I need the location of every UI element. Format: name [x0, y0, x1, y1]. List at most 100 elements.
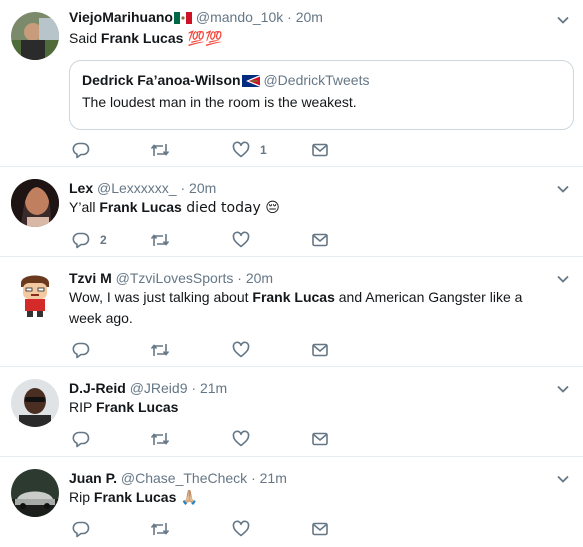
- tweet-header: Juan P. @Chase_TheCheck · 21m: [69, 469, 287, 487]
- reply-icon: [72, 431, 90, 448]
- retweet-icon: [150, 433, 170, 445]
- quoted-tweet[interactable]: Dedrick Fa’anoa-Wilson @DedrickTweets Th…: [69, 60, 574, 130]
- message-button[interactable]: [311, 230, 329, 250]
- tweet[interactable]: ViejoMarihuano @mando_10k · 20m Said Fra…: [0, 0, 583, 167]
- like-button[interactable]: [232, 230, 250, 250]
- retweet-button[interactable]: [150, 340, 170, 360]
- timestamp[interactable]: 20m: [246, 270, 273, 286]
- like-count: 1: [260, 143, 267, 157]
- reply-icon: [72, 142, 90, 159]
- user-handle[interactable]: @JReid9: [130, 380, 188, 396]
- tweet-text: Wow, I was just talking about Frank Luca…: [69, 287, 553, 329]
- user-handle[interactable]: @Chase_TheCheck: [121, 470, 247, 486]
- like-button[interactable]: 1: [232, 140, 267, 160]
- tweet-text-highlight: Frank Lucas: [99, 199, 182, 215]
- reply-button[interactable]: [72, 340, 90, 360]
- display-name[interactable]: Juan P.: [69, 470, 117, 486]
- tweet[interactable]: Tzvi M @TzviLovesSports · 20m Wow, I was…: [0, 257, 583, 367]
- tweet[interactable]: D.J-Reid @JReid9 · 21m RIP Frank Lucas: [0, 367, 583, 457]
- retweet-button[interactable]: [150, 429, 170, 449]
- envelope-icon: [312, 233, 328, 247]
- tweet-text-highlight: Frank Lucas: [95, 399, 179, 415]
- message-button[interactable]: [311, 340, 329, 360]
- like-button[interactable]: [232, 340, 250, 360]
- display-name[interactable]: ViejoMarihuano: [69, 9, 173, 25]
- user-handle[interactable]: @mando_10k: [196, 9, 283, 25]
- reply-button[interactable]: [72, 429, 90, 449]
- timestamp[interactable]: 21m: [260, 470, 287, 486]
- retweet-icon: [150, 523, 170, 535]
- avatar[interactable]: [11, 12, 59, 60]
- reply-button[interactable]: 2: [72, 230, 107, 250]
- reply-count: 2: [100, 233, 107, 247]
- display-name[interactable]: D.J-Reid: [69, 380, 126, 396]
- tweet-text-prefix: Wow, I was just talking about: [69, 289, 253, 305]
- tweet[interactable]: Lex @Lexxxxxx_ · 20m Y’all Frank Lucas d…: [0, 167, 583, 257]
- tweet-text-prefix: Y’all: [69, 199, 100, 215]
- display-name[interactable]: Lex: [69, 180, 93, 196]
- tweet-text: Rip Frank Lucas 🙏🏼: [69, 487, 567, 509]
- tweet-text-highlight: Frank Lucas: [100, 30, 184, 46]
- tweet-text-suffix: 🙏🏼: [176, 490, 199, 506]
- tweet-text: Y’all Frank Lucas died today 😔: [69, 197, 567, 219]
- avatar[interactable]: [11, 179, 59, 227]
- chevron-down-icon[interactable]: [556, 472, 570, 486]
- avatar[interactable]: [11, 469, 59, 517]
- retweet-icon: [150, 344, 170, 356]
- american-samoa-flag-icon: [241, 73, 260, 91]
- timestamp[interactable]: 20m: [296, 9, 323, 25]
- message-button[interactable]: [311, 429, 329, 449]
- envelope-icon: [312, 432, 328, 446]
- tweet-text-prefix: Said: [69, 30, 101, 46]
- mexico-flag-icon: [173, 10, 192, 28]
- tweet-actions: [69, 519, 369, 539]
- envelope-icon: [312, 143, 328, 157]
- retweet-button[interactable]: [150, 140, 170, 160]
- message-button[interactable]: [311, 519, 329, 539]
- like-button[interactable]: [232, 519, 250, 539]
- timestamp[interactable]: 20m: [189, 180, 216, 196]
- tweet-header: ViejoMarihuano @mando_10k · 20m: [69, 8, 323, 28]
- retweet-icon: [150, 144, 170, 156]
- envelope-icon: [312, 522, 328, 536]
- chevron-down-icon[interactable]: [556, 272, 570, 286]
- tweet-text: RIP Frank Lucas: [69, 397, 567, 418]
- quoted-tweet-header: Dedrick Fa’anoa-Wilson @DedrickTweets: [82, 71, 370, 91]
- tweet-actions: [69, 340, 369, 360]
- tweet-header: Tzvi M @TzviLovesSports · 20m: [69, 269, 273, 287]
- retweet-button[interactable]: [150, 519, 170, 539]
- tweet-text-prefix: Rip: [69, 489, 94, 505]
- retweet-icon: [150, 234, 170, 246]
- tweet-text: Said Frank Lucas 💯💯: [69, 28, 567, 50]
- message-button[interactable]: [311, 140, 329, 160]
- retweet-button[interactable]: [150, 230, 170, 250]
- heart-icon: [232, 141, 250, 158]
- avatar[interactable]: [11, 269, 59, 317]
- chevron-down-icon[interactable]: [556, 382, 570, 396]
- user-handle[interactable]: @TzviLovesSports: [116, 270, 234, 286]
- display-name[interactable]: Tzvi M: [69, 270, 112, 286]
- separator: ·: [251, 470, 256, 486]
- tweet-header: Lex @Lexxxxxx_ · 20m: [69, 179, 216, 197]
- separator: ·: [180, 180, 186, 196]
- heart-icon: [232, 430, 250, 447]
- tweet-text-highlight: Frank Lucas: [93, 489, 177, 505]
- user-handle[interactable]: @Lexxxxxx_: [97, 180, 177, 196]
- tweet[interactable]: Juan P. @Chase_TheCheck · 21m Rip Frank …: [0, 457, 583, 547]
- quoted-user-handle: @DedrickTweets: [263, 72, 370, 88]
- tweet-text-prefix: RIP: [69, 399, 96, 415]
- reply-button[interactable]: [72, 140, 90, 160]
- tweet-actions: 1: [69, 140, 369, 160]
- tweet-text-suffix: died today 😔: [181, 200, 280, 216]
- like-button[interactable]: [232, 429, 250, 449]
- heart-icon: [232, 231, 250, 248]
- avatar[interactable]: [11, 379, 59, 427]
- chevron-down-icon[interactable]: [556, 182, 570, 196]
- tweet-actions: 2: [69, 230, 369, 250]
- timestamp[interactable]: 21m: [200, 380, 227, 396]
- separator: ·: [237, 270, 242, 286]
- reply-button[interactable]: [72, 519, 90, 539]
- tweet-header: D.J-Reid @JReid9 · 21m: [69, 379, 227, 397]
- quoted-display-name: Dedrick Fa’anoa-Wilson: [82, 72, 241, 88]
- chevron-down-icon[interactable]: [556, 13, 570, 27]
